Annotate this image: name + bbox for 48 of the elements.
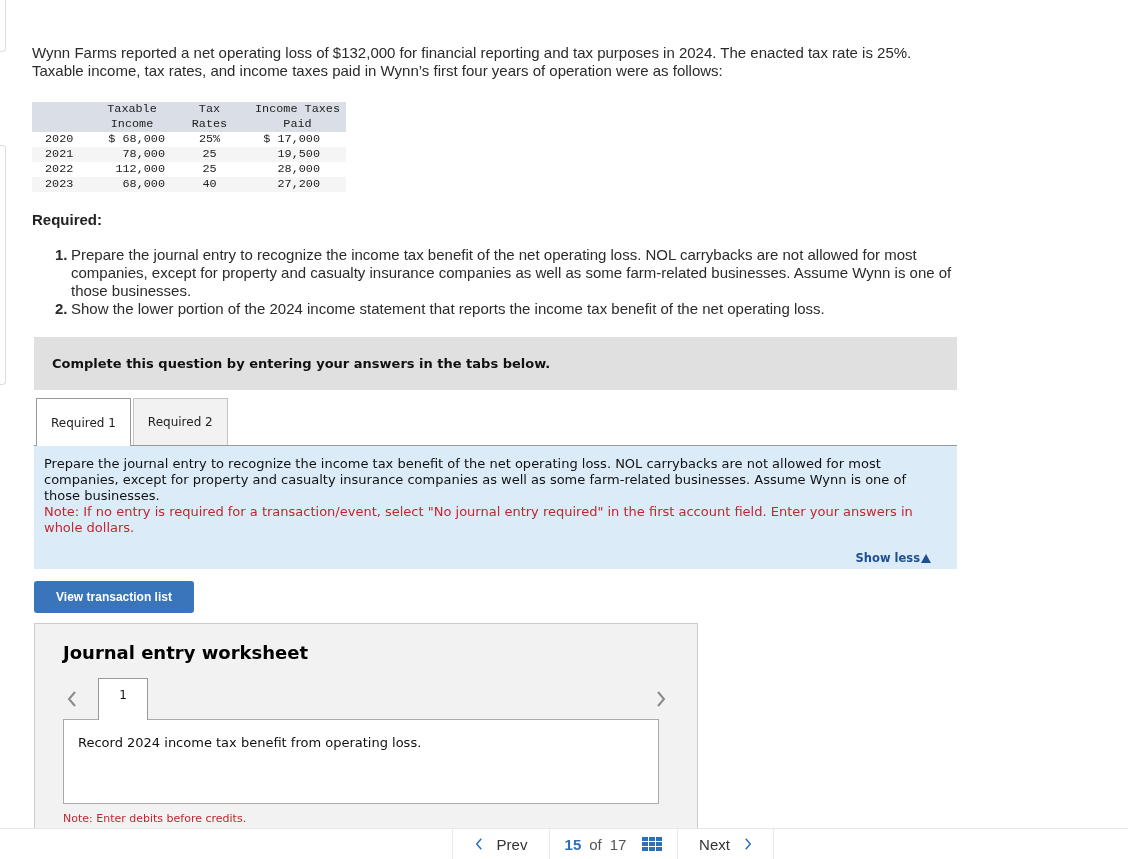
table-cell-text: 25% — [197, 132, 222, 147]
list-number: 2. — [55, 300, 69, 318]
tab[interactable]: Required 1 — [36, 398, 131, 446]
instruction-text: Prepare the journal entry to recognize the income tax benefit of the net operating loss. NOL carrybacks are not allowed for most companies, except for property and casualty insurance companies as well as some farm-related businesses. Assume Wynn is one of those businesses. — [44, 456, 908, 504]
show-less-link[interactable]: Show less — [855, 551, 931, 565]
table-cell-text: 112,000 — [114, 162, 166, 177]
column-header: Income Taxes Paid — [254, 102, 341, 132]
column-header: Tax Rates — [190, 102, 229, 132]
prev-button[interactable]: Prev — [474, 835, 528, 853]
page-total: 17 — [609, 835, 627, 853]
note-text: Note: Enter debits before credits. — [63, 812, 247, 825]
table-cell-text: $ 68,000 — [107, 132, 166, 147]
section-heading: Required: — [32, 211, 103, 229]
table-cell-text: 25 — [201, 147, 218, 162]
chevron-left-icon — [474, 838, 483, 850]
table-cell-text: $ 17,000 — [262, 132, 321, 147]
instruction-banner: Complete this question by entering your answers in the tabs below. — [34, 337, 957, 390]
next-button[interactable]: Next — [699, 835, 752, 853]
table-cell-text: 78,000 — [121, 147, 166, 162]
grid-icon[interactable] — [642, 837, 663, 851]
chevron-left-icon — [67, 690, 77, 707]
column-header: Taxable Income — [106, 102, 158, 132]
worksheet-title: Journal entry worksheet — [63, 641, 309, 665]
table-cell-text: 28,000 — [276, 162, 321, 177]
table-cell-text: 25 — [201, 162, 218, 177]
table-cell-text: 40 — [201, 177, 218, 192]
page-separator: of — [589, 835, 602, 853]
row-label: 2021 — [44, 147, 75, 162]
intro-text: Wynn Farms reported a net operating loss of $132,000 for financial reporting and tax purposes in 2024. The enacted tax rate is 25%. — [32, 44, 913, 62]
entry-tab[interactable]: 1 — [98, 678, 148, 720]
list-item-text: Show the lower portion of the 2024 income statement that reports the income tax benefit of the net operating loss. — [71, 300, 826, 318]
view-transaction-list-button[interactable]: View transaction list — [34, 581, 194, 613]
table-cell-text: 68,000 — [121, 177, 166, 192]
row-label: 2023 — [44, 177, 75, 192]
current-page: 15 — [564, 835, 582, 853]
triangle-up-icon — [921, 553, 931, 563]
tab[interactable]: Required 2 — [132, 398, 228, 445]
table-cell-text: 27,200 — [276, 177, 321, 192]
table-cell-text: 19,500 — [276, 147, 321, 162]
intro-text: Taxable income, tax rates, and income taxes paid in Wynn’s first four years of operation were as follows: — [32, 62, 724, 80]
row-label: 2020 — [44, 132, 75, 147]
row-label: 2022 — [44, 162, 75, 177]
chevron-right-icon — [743, 838, 752, 850]
chevron-right-icon — [656, 690, 666, 707]
list-number: 1. — [55, 246, 69, 265]
list-item-text: Prepare the journal entry to recognize the income tax benefit of the net operating loss. NOL carrybacks are not allowed for most companies, except for property and casualty insurance companies as well as some farm-related businesses. Assume Wynn is one of those businesses. — [71, 246, 953, 300]
note-text: Note: If no entry is required for a transaction/event, select "No journal entry required" in the first account field. Enter your answers in whole dollars. — [44, 504, 914, 536]
entry-description: Record 2024 income tax benefit from operating loss. — [63, 719, 659, 804]
